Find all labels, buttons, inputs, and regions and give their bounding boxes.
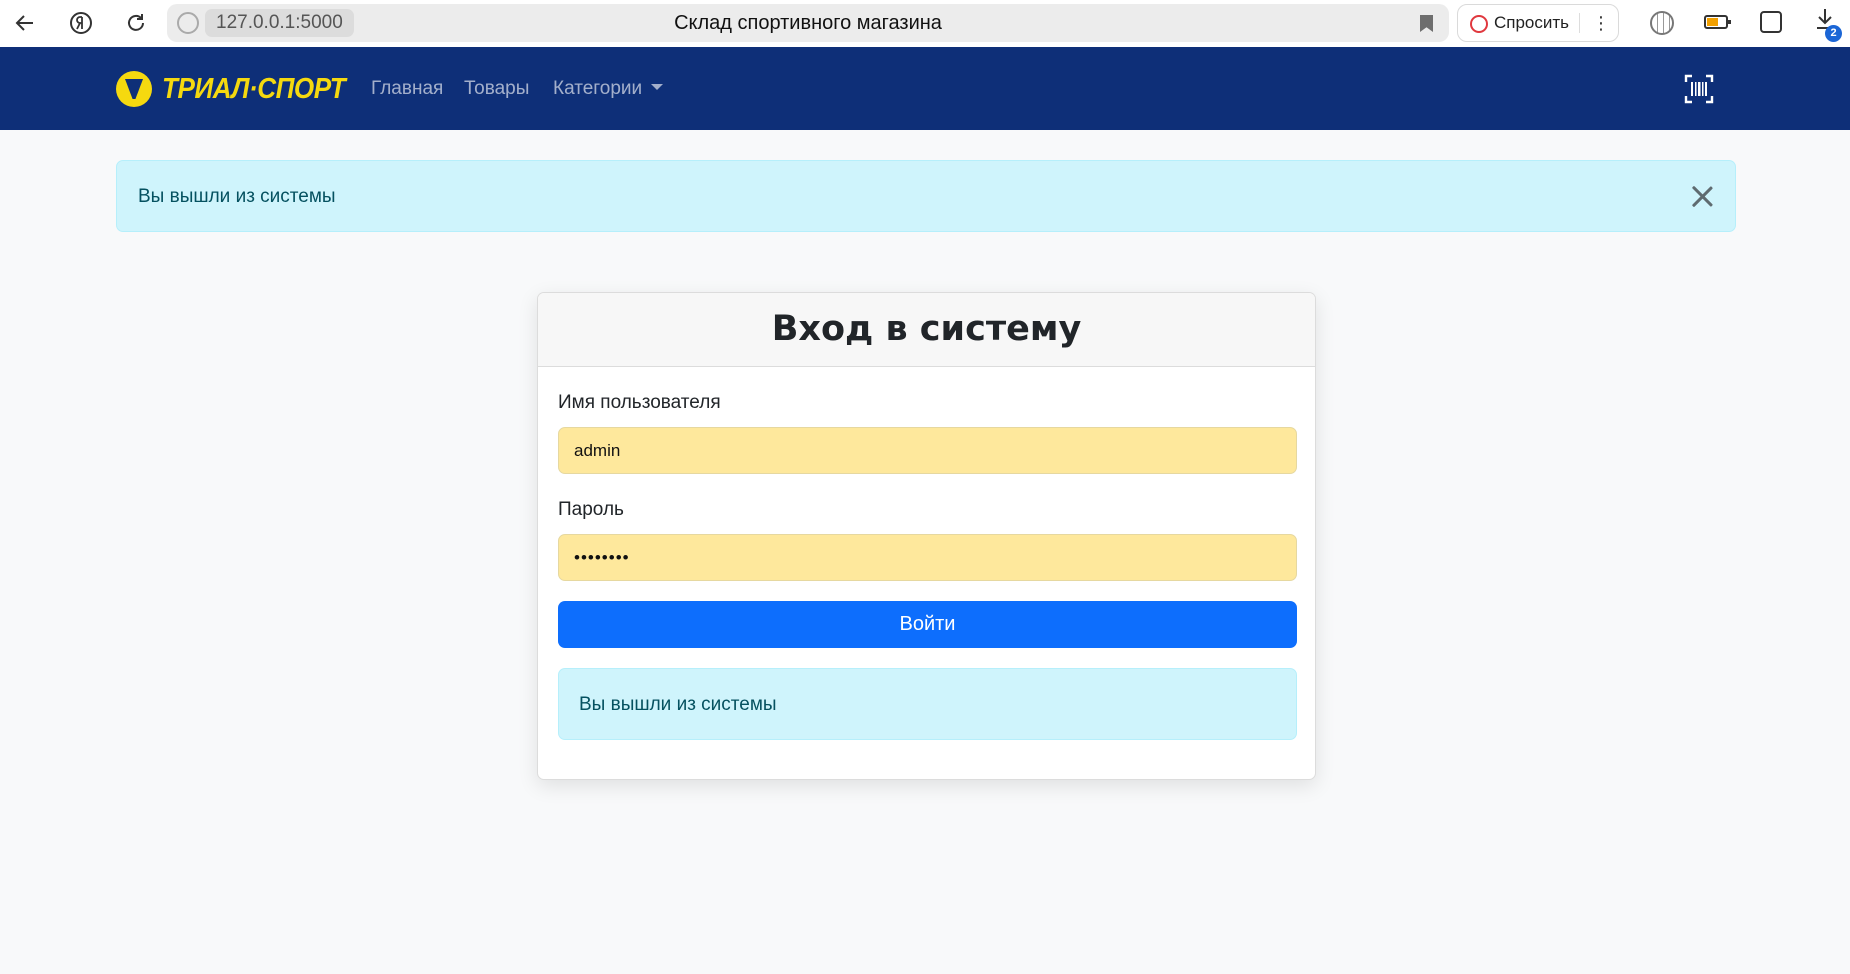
chevron-down-icon [651, 84, 664, 90]
barcode-icon [1684, 74, 1714, 104]
downloads-badge: 2 [1825, 25, 1842, 42]
site-navbar: ТРИАЛ·СПОРТ Главная Товары Категории [0, 47, 1850, 130]
url-text[interactable]: 127.0.0.1:5000 [205, 9, 354, 37]
login-title: Вход в систему [538, 293, 1315, 367]
username-input[interactable] [558, 427, 1297, 474]
close-icon[interactable] [1687, 181, 1717, 211]
brand-logo[interactable]: ТРИАЛ·СПОРТ [116, 70, 366, 108]
ask-icon [1470, 15, 1488, 33]
more-menu-icon[interactable]: ⋮ [1588, 5, 1614, 41]
nav-link-home[interactable]: Главная [371, 47, 443, 130]
back-icon[interactable] [8, 7, 42, 39]
collections-icon[interactable] [1760, 11, 1782, 33]
globe-icon[interactable] [1650, 11, 1674, 35]
address-bar[interactable]: 127.0.0.1:5000 Склад спортивного магазин… [167, 4, 1449, 42]
logout-alert: Вы вышли из системы [116, 160, 1736, 232]
tab-title: Склад спортивного магазина [674, 12, 942, 34]
ask-button[interactable]: Спросить ⋮ [1457, 4, 1619, 42]
site-icon [177, 12, 199, 34]
login-card: Вход в систему Имя пользователя Пароль В… [537, 292, 1316, 780]
brand-emblem-icon [116, 71, 152, 107]
bookmark-icon[interactable] [1420, 15, 1433, 32]
nav-link-products[interactable]: Товары [464, 47, 529, 130]
brand-text: ТРИАЛ·СПОРТ [162, 72, 346, 105]
battery-icon[interactable] [1704, 15, 1731, 29]
nav-dropdown-categories-label: Категории [553, 78, 643, 99]
nav-dropdown-categories[interactable]: Категории [553, 47, 664, 130]
yandex-icon[interactable] [64, 7, 98, 39]
ask-label: Спросить [1494, 13, 1570, 32]
username-label: Имя пользователя [558, 392, 721, 413]
login-alert-message: Вы вышли из системы [579, 694, 777, 715]
barcode-scanner-button[interactable] [1684, 74, 1714, 104]
password-input[interactable] [558, 534, 1297, 581]
login-alert: Вы вышли из системы [558, 668, 1297, 740]
login-button[interactable]: Войти [558, 601, 1297, 648]
browser-toolbar: 127.0.0.1:5000 Склад спортивного магазин… [0, 0, 1850, 47]
divider [1579, 13, 1580, 33]
alert-message: Вы вышли из системы [138, 186, 336, 207]
password-label: Пароль [558, 499, 624, 520]
reload-icon[interactable] [119, 7, 153, 39]
